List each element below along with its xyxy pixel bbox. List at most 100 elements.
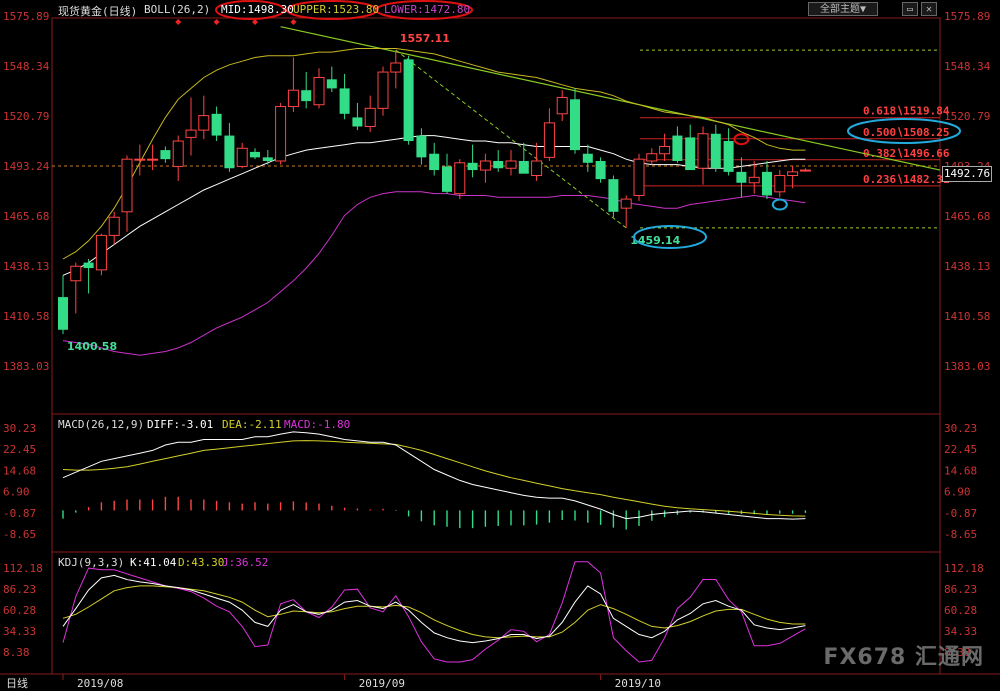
- macd-tick-left: 22.45: [3, 443, 36, 456]
- candle-body: [556, 96, 568, 115]
- candle-body: [543, 122, 555, 158]
- candle-body: [620, 198, 632, 209]
- boll-params: BOLL(26,2): [144, 3, 211, 16]
- candle-body: [364, 107, 376, 128]
- macd-tick-right: 22.45: [944, 443, 977, 456]
- price-tick-left: 1383.03: [3, 360, 49, 373]
- macd-tick-left: 14.68: [3, 464, 36, 477]
- candle-body: [736, 171, 747, 183]
- kdj-tick-left: 112.18: [3, 562, 43, 575]
- candle-body: [185, 129, 197, 138]
- j-line: [62, 561, 806, 663]
- macd-tick-right: 6.90: [944, 486, 971, 499]
- candle-body: [83, 262, 94, 269]
- candle-body: [224, 135, 235, 169]
- candle-body: [275, 106, 287, 162]
- macd-tick-right: 30.23: [944, 422, 977, 435]
- candle-body: [70, 265, 82, 282]
- chart-canvas: 2019/08 2019/09 2019/10 日线 1575.89 1575.89 15…: [0, 0, 1000, 690]
- candle-body: [250, 151, 260, 158]
- candle-body: [339, 88, 350, 114]
- kdj-tick-right: 60.28: [944, 604, 977, 617]
- candle-body: [313, 77, 325, 106]
- macd-tick-right: -0.87: [944, 507, 977, 520]
- price-tick-right: 1383.03: [944, 360, 990, 373]
- restore-window-button[interactable]: ▭: [902, 2, 918, 16]
- kdj-tick-right: 86.23: [944, 583, 977, 596]
- candle-body: [659, 145, 671, 155]
- candle-body: [416, 135, 427, 158]
- period-tab-daily: 日线: [6, 676, 28, 690]
- candle-body: [160, 150, 171, 160]
- macd-tick-left: 6.90: [3, 486, 30, 499]
- signal-marker: [175, 19, 182, 25]
- candle-body: [710, 133, 721, 169]
- candle-body: [211, 113, 222, 136]
- dea-line: [62, 440, 806, 517]
- candle-body: [236, 147, 248, 167]
- candle-body: [95, 234, 107, 271]
- candle-body: [531, 160, 543, 177]
- kdj-params: KDJ(9,3,3): [58, 556, 125, 569]
- candle-body: [799, 169, 811, 172]
- kdj-j-value: J:36.52: [222, 556, 269, 569]
- candle-body: [570, 99, 580, 151]
- signal-marker: [213, 19, 220, 25]
- kdj-k-value: K:41.04: [130, 556, 177, 569]
- k-line: [62, 574, 806, 644]
- kdj-tick-right: 112.18: [944, 562, 984, 575]
- candle-body: [672, 135, 683, 161]
- candle-body: [287, 89, 299, 108]
- fib-label: 0.618∖1519.84: [863, 105, 950, 118]
- candle-body: [403, 59, 414, 142]
- date-label: 2019/08: [77, 677, 123, 690]
- candle-body: [172, 140, 184, 167]
- fib-label: 0.236∖1482.31: [863, 173, 950, 186]
- candle-body: [762, 171, 772, 196]
- macd-hist-value: MACD:-1.80: [284, 418, 351, 431]
- macd-tick-left: -8.65: [3, 528, 36, 541]
- extreme-price-label: 1557.11: [400, 32, 450, 45]
- chart-title: 现货黄金(日线): [58, 5, 138, 18]
- macd-dea-value: DEA:-2.11: [222, 418, 282, 431]
- extreme-price-label: 1400.58: [67, 340, 117, 353]
- price-tick-left: 1465.68: [3, 210, 49, 223]
- candle-body: [505, 160, 517, 169]
- candle-body: [697, 133, 709, 169]
- candle-body: [134, 158, 146, 161]
- candle-body: [262, 157, 273, 161]
- plot-frame: [51, 17, 941, 675]
- candle-body: [633, 158, 645, 196]
- extreme-price-label: 1459.14: [630, 234, 680, 247]
- price-tick-right: 1465.68: [944, 210, 990, 223]
- fib-label: 0.500∖1508.25: [863, 126, 949, 139]
- candle-body: [685, 137, 696, 171]
- diff-line: [62, 431, 806, 520]
- current-price-label: 1492.76: [942, 166, 992, 182]
- candle-body: [454, 162, 466, 195]
- candle-body: [58, 297, 68, 330]
- price-tick-left: 1575.89: [3, 10, 49, 23]
- boll-mid-value: MID:1498.30: [221, 3, 294, 16]
- price-tick-left: 1438.13: [3, 260, 49, 273]
- candle-body: [352, 117, 363, 127]
- macd-params: MACD(26,12,9): [58, 418, 145, 431]
- candle-body: [108, 216, 120, 236]
- candle-highlight-ellipse: [771, 198, 788, 211]
- candle-body: [646, 153, 658, 162]
- price-tick-right: 1575.89: [944, 10, 990, 23]
- boll-lower-value: LOWER:1472.80: [384, 3, 471, 16]
- kdj-tick-left: 34.33: [3, 625, 36, 638]
- candle-body: [467, 162, 478, 171]
- close-window-button[interactable]: ✕: [921, 2, 937, 16]
- candle-body: [301, 90, 312, 102]
- macd-diff-value: DIFF:-3.01: [147, 418, 214, 431]
- theme-dropdown-button[interactable]: 全部主题▼: [808, 2, 878, 16]
- candle-body: [518, 160, 529, 174]
- candle-body: [429, 153, 440, 171]
- candle-body: [608, 179, 619, 212]
- macd-tick-left: 30.23: [3, 422, 36, 435]
- kdj-tick-left: 60.28: [3, 604, 36, 617]
- price-tick-right: 1410.58: [944, 310, 990, 323]
- price-tick-right: 1438.13: [944, 260, 990, 273]
